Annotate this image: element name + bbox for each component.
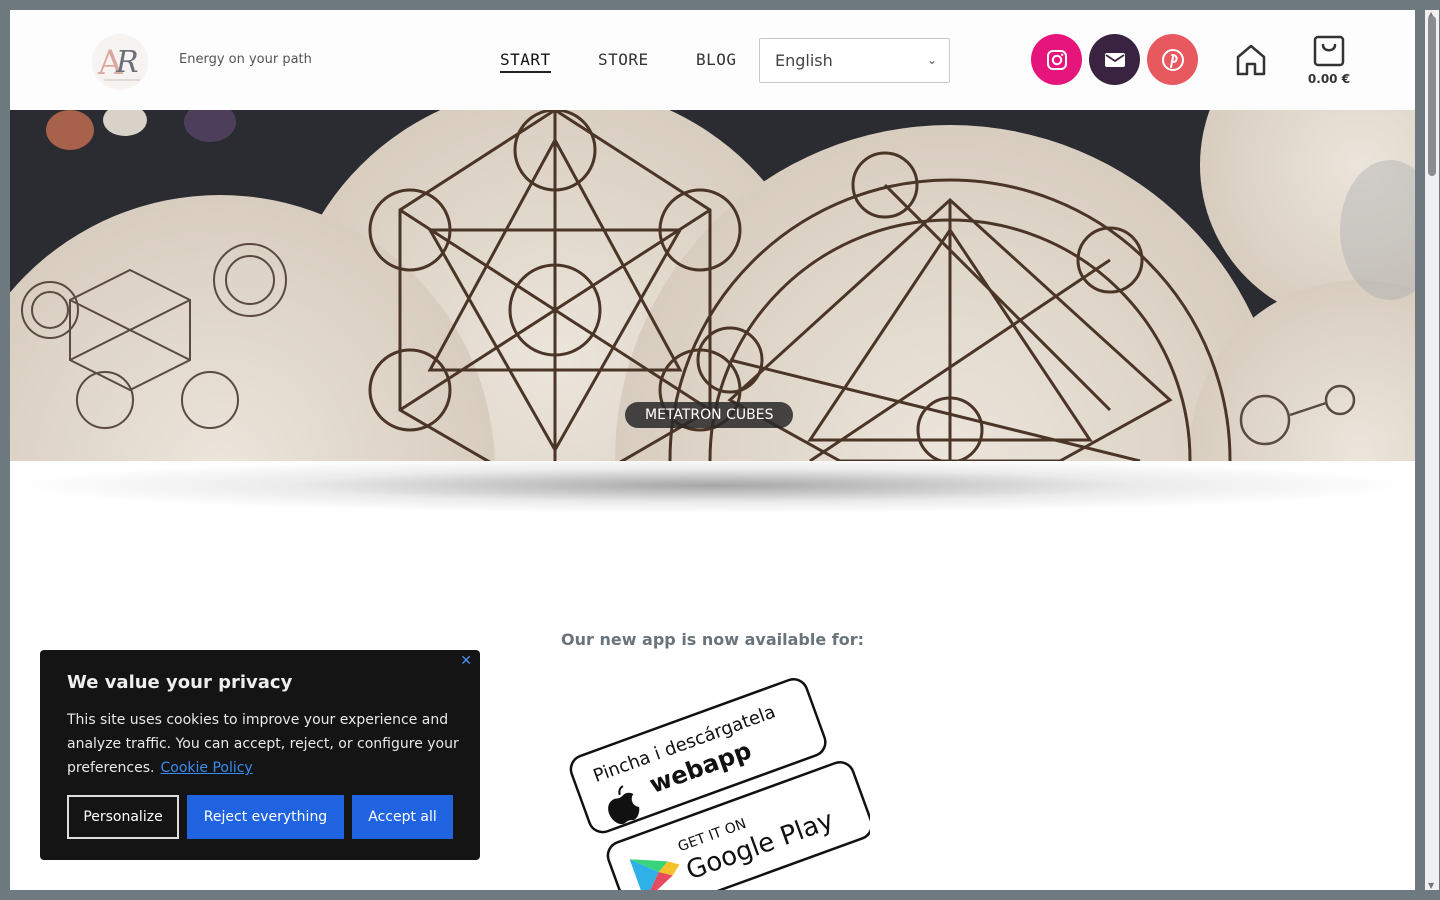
nav-store[interactable]: STORE (598, 50, 649, 69)
cookie-title: We value your privacy (67, 672, 293, 693)
app-availability-heading: Our new app is now available for: (561, 630, 865, 649)
site-header: A R Energy on your path START STORE BLOG… (10, 10, 1415, 110)
reject-all-button[interactable]: Reject everything (187, 795, 344, 839)
mail-button[interactable] (1089, 34, 1140, 85)
instagram-button[interactable] (1031, 34, 1082, 85)
chevron-down-icon: ⌄ (926, 53, 937, 67)
language-select[interactable]: English ⌄ (759, 38, 950, 83)
hero-banner: METATRON CUBES (10, 110, 1415, 461)
page: A R Energy on your path START STORE BLOG… (10, 10, 1415, 890)
cookie-text: This site uses cookies to improve your e… (67, 708, 462, 780)
home-icon[interactable] (1234, 42, 1268, 78)
scroll-down-arrow-icon[interactable]: ▼ (1428, 881, 1434, 890)
cookie-description: This site uses cookies to improve your e… (67, 712, 459, 776)
app-badges: Pincha i descárgatela webapp GET IT ON G… (560, 678, 873, 890)
svg-text:R: R (115, 45, 139, 80)
shopping-bag-icon (1313, 35, 1345, 67)
tagline: Energy on your path (179, 52, 312, 67)
personalize-button[interactable]: Personalize (67, 795, 179, 839)
nav-blog[interactable]: BLOG (696, 50, 737, 69)
accept-all-button[interactable]: Accept all (352, 795, 453, 839)
logo[interactable]: A R (92, 34, 148, 90)
pinterest-icon (1161, 48, 1184, 71)
close-icon[interactable]: ✕ (460, 653, 472, 669)
cart-button[interactable]: 0.00 € (1306, 34, 1356, 94)
language-selected: English (775, 51, 833, 70)
mail-icon (1104, 52, 1125, 67)
scroll-thumb[interactable] (1428, 16, 1436, 176)
nav-start[interactable]: START (500, 50, 551, 73)
instagram-icon (1046, 49, 1067, 70)
cart-total: 0.00 € (1307, 72, 1351, 86)
cookie-consent-dialog: ✕ We value your privacy This site uses c… (40, 650, 480, 860)
page-scrollbar[interactable]: ▲ ▼ (1425, 10, 1439, 890)
pinterest-button[interactable] (1147, 34, 1198, 85)
cookie-policy-link[interactable]: Cookie Policy (160, 760, 252, 776)
hero-shadow (10, 461, 1415, 531)
hero-caption[interactable]: METATRON CUBES (625, 402, 794, 428)
